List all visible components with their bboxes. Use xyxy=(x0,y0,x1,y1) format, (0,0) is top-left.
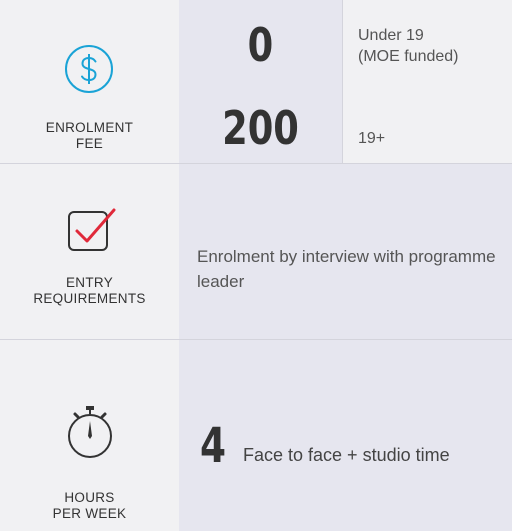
hours-label-line2: PER WEEK xyxy=(52,506,127,521)
fee-note-under19: Under 19 (MOE funded) xyxy=(358,25,458,67)
fee-note-under19-line2: (MOE funded) xyxy=(358,48,459,65)
fee-label-line1: ENROLMENT xyxy=(45,120,134,135)
fee-note-under19-line1: Under 19 xyxy=(358,27,424,44)
programme-info-table: ENROLMENT FEE 0 200 Under 19 (MOE funded… xyxy=(0,0,512,531)
fee-amount-19plus: 200 xyxy=(222,101,299,155)
column-divider xyxy=(342,0,343,163)
entry-requirements-text: Enrolment by interview with programme le… xyxy=(197,247,496,291)
dollar-circle-icon xyxy=(65,45,113,93)
row-divider xyxy=(0,163,512,164)
entry-label: ENTRY REQUIREMENTS xyxy=(0,275,179,307)
fee-label: ENROLMENT FEE xyxy=(0,120,179,152)
hours-label-line1: HOURS xyxy=(64,490,115,505)
entry-label-line1: ENTRY xyxy=(65,275,113,290)
hours-description: Face to face + studio time xyxy=(243,445,450,465)
hours-label: HOURS PER WEEK xyxy=(0,490,179,522)
entry-label-line2: REQUIREMENTS xyxy=(33,291,146,306)
hours-text-cell xyxy=(179,339,512,531)
fee-note-19plus: 19+ xyxy=(358,130,386,147)
checkbox-checked-icon xyxy=(68,208,116,251)
fee-amount-under19: 0 xyxy=(247,18,274,72)
row-divider xyxy=(0,339,512,340)
fee-label-line2: FEE xyxy=(75,136,104,151)
hours-value: 4 xyxy=(200,418,227,474)
stopwatch-icon xyxy=(68,406,112,458)
